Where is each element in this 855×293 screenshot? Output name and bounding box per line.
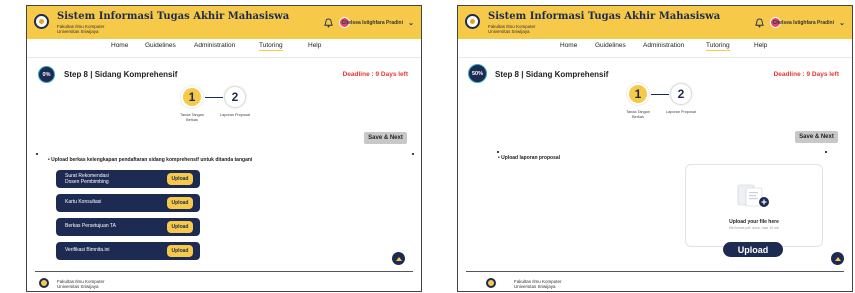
bell-icon[interactable] (755, 18, 764, 28)
footer-text: Fakultas Ilmu Komputer Universitas Sriwi… (514, 279, 562, 289)
nav-tutoring[interactable]: Tutoring (706, 42, 730, 51)
file-drop-zone[interactable]: Upload your file here file format pdf, d… (685, 164, 823, 247)
screen-step8-upload-report: Sistem Informasi Tugas Akhir Mahasiswa F… (457, 5, 853, 292)
step-1-label-line2: Berkas (186, 117, 198, 122)
save-next-button[interactable]: Save & Next (364, 132, 407, 144)
nav-administration[interactable]: Administration (643, 42, 684, 49)
divider-dot (825, 151, 827, 153)
step-connector (651, 94, 669, 95)
footer-university: Universitas Sriwijaya (514, 284, 556, 289)
upload-button[interactable]: Upload (167, 197, 193, 209)
main-nav: Home Guidelines Administration Tutoring … (458, 42, 852, 54)
screen-step8-upload-documents: Sistem Informasi Tugas Akhir Mahasiswa F… (26, 5, 422, 292)
chevron-down-icon[interactable]: ⌄ (408, 19, 414, 27)
university-name: Universitas Sriwijaya (57, 29, 99, 34)
footer-logo-icon (486, 278, 496, 288)
nav-home[interactable]: Home (560, 42, 577, 49)
footer-logo-icon (39, 278, 49, 288)
upload-button[interactable]: Upload (167, 221, 193, 233)
save-next-button[interactable]: Save & Next (795, 131, 838, 143)
document-row: Verifikasi Bimnita.ini Upload (56, 242, 200, 260)
document-row: Berkas Persetujuan TA Upload (56, 218, 200, 236)
drop-zone-title: Upload your file here (729, 219, 779, 225)
stepper: 1 2 Tanda Tangan Berkas Laporan Proposal (177, 86, 267, 130)
stepper: 1 2 Tanda Tangan Berkas Laporan Proposal (623, 83, 713, 127)
app-title: Sistem Informasi Tugas Akhir Mahasiswa (57, 11, 290, 22)
university-logo-icon (34, 14, 49, 29)
drop-zone-subtitle: file format pdf, docx, max 10 mb (729, 226, 779, 230)
document-label-line2: Dosen Pembimbing (65, 178, 109, 185)
progress-badge: 50% (468, 64, 487, 83)
bell-icon[interactable] (324, 18, 333, 28)
step-1-circle[interactable]: 1 (627, 83, 649, 105)
document-row: Surat Rekomendasi Dosen Pembimbing Uploa… (56, 170, 200, 188)
footer-text: Fakultas Ilmu Komputer Universitas Sriwi… (57, 279, 105, 289)
nav-help[interactable]: Help (754, 42, 767, 49)
upload-instruction: • Upload berkas kelengkapan pendaftaran … (48, 157, 253, 163)
footer-divider (35, 271, 413, 272)
step-title: Step 8 | Sidang Komprehensif (64, 70, 178, 79)
step-1-circle[interactable]: 1 (181, 86, 203, 108)
document-label: Berkas Persetujuan TA (65, 223, 116, 229)
nav-tutoring[interactable]: Tutoring (259, 42, 283, 51)
progress-badge: 0% (38, 66, 55, 83)
deadline-text: Deadline : 9 Days left (773, 71, 839, 78)
main-nav: Home Guidelines Administration Tutoring … (27, 42, 421, 54)
app-header: Sistem Informasi Tugas Akhir Mahasiswa F… (27, 6, 421, 39)
app-subtitle: Fakultas Ilmu Komputer Universitas Sriwi… (57, 24, 105, 34)
step-1-label-line1: Tanda Tangan (626, 110, 650, 114)
step-2-label: Laporan Proposal (666, 110, 696, 114)
upload-button[interactable]: Upload (167, 245, 193, 257)
divider-dot (497, 151, 499, 153)
document-row: Kartu Konsultasi Upload (56, 194, 200, 212)
upload-instruction: • Upload laporan proposal (498, 155, 561, 161)
scroll-to-top-button[interactable] (392, 252, 405, 265)
university-name: Universitas Sriwijaya (488, 29, 530, 34)
footer-divider (466, 271, 844, 272)
step-1-label: Tanda Tangan Berkas (177, 113, 207, 122)
user-name[interactable]: Chelsea Istighfara Pradini (773, 20, 834, 26)
app-subtitle: Fakultas Ilmu Komputer Universitas Sriwi… (488, 24, 536, 34)
document-label: Verifikasi Bimnita.ini (65, 247, 110, 253)
step-1-label-line2: Berkas (632, 114, 644, 119)
divider-dot (412, 153, 414, 155)
step-1-label-line1: Tanda Tangan (180, 113, 204, 117)
document-label: Kartu Konsultasi (65, 199, 102, 205)
step-title: Step 8 | Sidang Komprehensif (495, 70, 609, 79)
document-label: Surat Rekomendasi Dosen Pembimbing (65, 173, 109, 185)
step-2-circle[interactable]: 2 (670, 83, 692, 105)
nav-guidelines[interactable]: Guidelines (595, 42, 626, 49)
university-logo-icon (465, 14, 480, 29)
nav-help[interactable]: Help (308, 42, 321, 49)
step-2-circle[interactable]: 2 (224, 86, 246, 108)
user-name[interactable]: Chelsea Istighfara Pradini (342, 20, 403, 26)
nav-home[interactable]: Home (111, 42, 128, 49)
step-connector (205, 97, 223, 98)
app-header: Sistem Informasi Tugas Akhir Mahasiswa F… (458, 6, 852, 39)
nav-guidelines[interactable]: Guidelines (145, 42, 176, 49)
nav-divider (458, 57, 852, 58)
app-title: Sistem Informasi Tugas Akhir Mahasiswa (488, 11, 721, 22)
footer-university: Universitas Sriwijaya (57, 284, 99, 289)
divider-dot (36, 153, 38, 155)
step-2-label: Laporan Proposal (220, 113, 250, 117)
upload-button[interactable]: Upload (167, 173, 193, 185)
deadline-text: Deadline : 9 Days left (342, 71, 408, 78)
scroll-to-top-button[interactable] (831, 252, 844, 265)
nav-divider (27, 57, 421, 58)
nav-administration[interactable]: Administration (194, 42, 235, 49)
step-1-label: Tanda Tangan Berkas (623, 110, 653, 119)
upload-report-button[interactable]: Upload (723, 242, 783, 257)
file-upload-illustration-icon (737, 184, 769, 207)
chevron-down-icon[interactable]: ⌄ (839, 19, 845, 27)
